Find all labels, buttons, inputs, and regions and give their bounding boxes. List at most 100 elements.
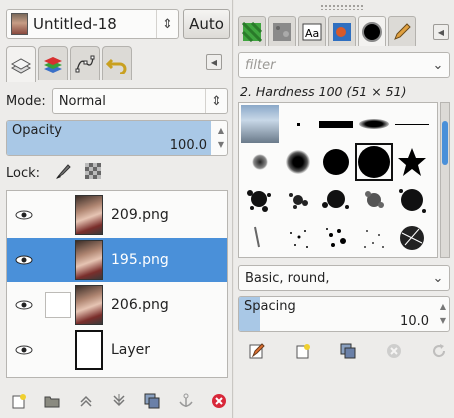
tab-textures[interactable] (268, 16, 296, 46)
brush-line[interactable] (393, 105, 431, 143)
tab-images[interactable] (328, 16, 356, 46)
brush-grid[interactable] (238, 102, 438, 258)
tab-brushes[interactable] (358, 16, 386, 46)
refresh-brushes-icon[interactable] (430, 342, 448, 360)
updown-icon: ⇕ (205, 89, 227, 113)
opacity-slider[interactable]: Opacity 100.0 ▲ ▼ (6, 120, 228, 156)
brush-sparse-dots[interactable] (355, 219, 393, 257)
tab-paint-dynamics[interactable] (388, 16, 416, 46)
layer-row[interactable]: Layer (7, 328, 227, 372)
layers-dock: Untitled-18 ⇕ Auto ◀ Mode: Normal ⇕ Opac… (0, 0, 233, 418)
layer-name[interactable]: 209.png (111, 207, 169, 223)
filter-input[interactable]: filter ⌄ (238, 52, 450, 78)
filter-placeholder: filter (245, 57, 276, 73)
dock-grip-handle[interactable] (320, 4, 364, 10)
brush-streak[interactable] (241, 219, 279, 257)
chevron-down-icon: ⌄ (432, 270, 444, 286)
opacity-value: 100.0 (169, 138, 207, 153)
layer-thumbnail (75, 240, 103, 280)
spin-arrows-icon[interactable]: ▲ ▼ (218, 124, 224, 152)
lock-alpha-icon[interactable] (84, 162, 102, 184)
new-brush-icon[interactable] (294, 342, 312, 360)
brush-soft-small[interactable] (241, 143, 279, 181)
chain-toggle[interactable] (45, 247, 71, 273)
brush-photo-thumb[interactable] (241, 105, 279, 143)
brush-block[interactable] (317, 105, 355, 143)
layers-toolbar (10, 392, 228, 410)
brush-scatter[interactable] (317, 219, 355, 257)
brush-ellipse[interactable] (355, 105, 393, 143)
scrollbar-thumb[interactable] (442, 121, 448, 165)
spacing-value: 10.0 (400, 314, 429, 329)
auto-button[interactable]: Auto (183, 9, 230, 39)
edit-brush-icon[interactable] (248, 342, 266, 360)
duplicate-brush-icon[interactable] (339, 342, 357, 360)
spin-arrows-icon[interactable]: ▲ ▼ (440, 300, 446, 328)
brush-pixel[interactable] (279, 105, 317, 143)
mode-value: Normal (58, 93, 106, 109)
chain-toggle[interactable] (45, 292, 71, 318)
lock-label: Lock: (6, 165, 41, 181)
dock-tabs (6, 46, 134, 82)
brush-hardness-100-selected[interactable] (355, 143, 393, 181)
layer-row-selected[interactable]: 195.png (7, 238, 227, 282)
brushes-dock: Aa ◀ filter ⌄ 2. Hardness 100 (51 × 51) (234, 0, 454, 418)
layer-name[interactable]: 206.png (111, 297, 169, 313)
lock-pixels-icon[interactable] (54, 162, 72, 184)
brush-splatter[interactable] (393, 181, 431, 219)
tab-fonts[interactable]: Aa (298, 16, 326, 46)
tab-paths[interactable] (70, 46, 100, 80)
image-selector[interactable]: Untitled-18 ⇕ (6, 9, 179, 39)
brush-dots[interactable] (279, 219, 317, 257)
pencil-icon (394, 22, 411, 40)
spacing-slider[interactable]: Spacing 10.0 ▲ ▼ (238, 296, 450, 332)
raise-layer-icon[interactable] (77, 392, 95, 410)
layer-row[interactable]: 209.png (7, 193, 227, 237)
new-layer-icon[interactable] (10, 392, 28, 410)
mode-label: Mode: (6, 93, 46, 109)
layer-name[interactable]: 195.png (111, 252, 169, 268)
chain-toggle[interactable] (45, 337, 71, 363)
paths-icon (75, 55, 95, 72)
chain-toggle[interactable] (45, 202, 71, 228)
eye-icon[interactable] (7, 210, 41, 220)
lower-layer-icon[interactable] (110, 392, 128, 410)
new-group-icon[interactable] (43, 392, 61, 410)
layer-name[interactable]: Layer (111, 342, 150, 358)
brush-splatter[interactable] (355, 181, 393, 219)
layer-thumbnail (75, 285, 103, 325)
tab-layers[interactable] (6, 46, 36, 82)
brush-splatter[interactable] (317, 181, 355, 219)
chevron-down-icon: ⌄ (432, 57, 444, 73)
brush-scrollbar[interactable] (440, 102, 450, 258)
tab-menu-icon[interactable]: ◀ (206, 54, 222, 70)
duplicate-layer-icon[interactable] (143, 392, 161, 410)
updown-icon: ⇕ (156, 10, 178, 38)
tab-patterns[interactable] (238, 16, 266, 46)
image-icon (333, 22, 351, 41)
layer-thumbnail (75, 195, 103, 235)
brush-soft-medium[interactable] (279, 143, 317, 181)
brush-hard-medium[interactable] (317, 143, 355, 181)
mode-row: Mode: Normal ⇕ (6, 87, 228, 115)
delete-brush-icon[interactable] (385, 342, 403, 360)
mode-select[interactable]: Normal ⇕ (51, 88, 228, 114)
tab-menu-icon[interactable]: ◀ (433, 24, 449, 40)
delete-layer-icon[interactable] (210, 392, 228, 410)
eye-icon[interactable] (7, 345, 41, 355)
eye-icon[interactable] (7, 300, 41, 310)
layers-list[interactable]: 209.png 195.png 206.png Layer (6, 190, 228, 378)
tab-channels[interactable] (38, 46, 68, 80)
brush-splatter[interactable] (241, 181, 279, 219)
spacing-label: Spacing (244, 299, 296, 314)
brush-splatter[interactable] (279, 181, 317, 219)
brush-texture[interactable] (393, 219, 431, 257)
brush-star[interactable] (393, 143, 431, 181)
eye-icon[interactable] (7, 255, 41, 265)
opacity-label: Opacity (12, 123, 63, 138)
image-name: Untitled-18 (33, 15, 117, 33)
anchor-icon[interactable] (177, 392, 195, 410)
tab-undo-history[interactable] (102, 46, 132, 80)
brush-preset-select[interactable]: Basic, round, ⌄ (238, 265, 450, 291)
layer-row[interactable]: 206.png (7, 283, 227, 327)
